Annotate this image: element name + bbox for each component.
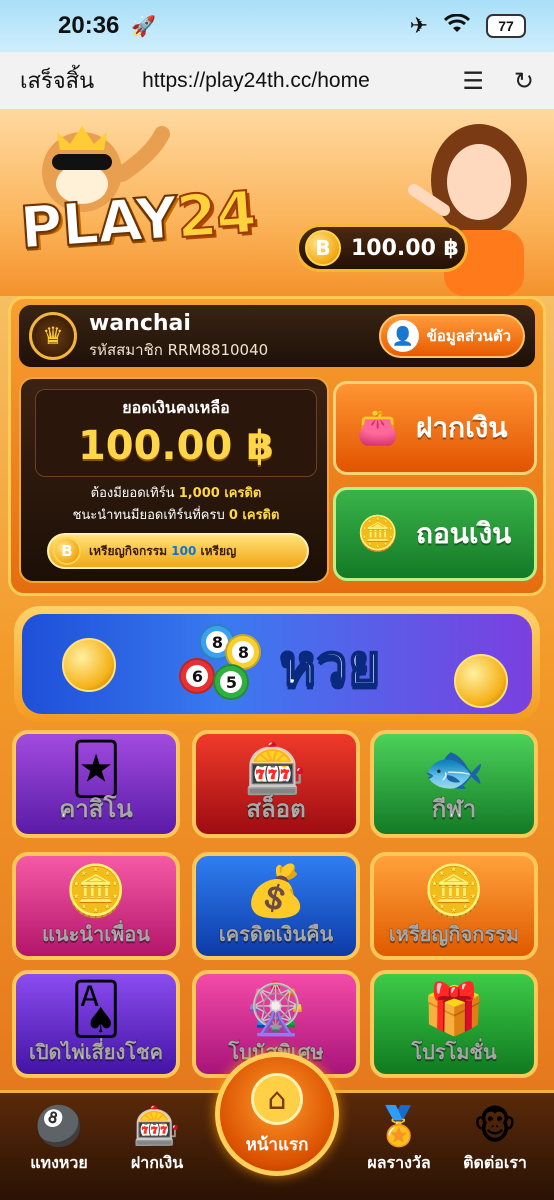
- tile-promotion[interactable]: 🎁 โปรโมชั่น: [370, 970, 538, 1078]
- coin-icon: B: [53, 537, 81, 565]
- member-id: รหัสสมาชิก RRM8810040: [89, 340, 269, 359]
- lotto-banner[interactable]: 8 8 6 5 หวย: [14, 606, 540, 722]
- user-row: ♛ wanchai รหัสสมาชิก RRM8810040 👤 ข้อมูล…: [19, 305, 535, 367]
- rocket-icon: 🚀: [131, 14, 157, 38]
- coin-icon: 🪙: [422, 862, 486, 920]
- nav-rewards[interactable]: 🏅 ผลรางวัล: [354, 1103, 444, 1176]
- wallet-card: ยอดเงินคงเหลือ 100.00 ฿ ต้องมียอดเทิร์น …: [19, 377, 329, 583]
- gift-icon: 🎁: [422, 980, 486, 1038]
- browser-url-bar: เสร็จสิ้น https://play24th.cc/home ☰ ↻: [0, 52, 554, 110]
- nav-home[interactable]: ⌂ หน้าแรก: [215, 1052, 339, 1176]
- tile-refer-friend[interactable]: 🪙 แนะนำเพื่อน: [12, 852, 180, 960]
- home-icon: ⌂: [251, 1073, 303, 1125]
- tile-cashback[interactable]: 💰 เครดิตเงินคืน: [192, 852, 360, 960]
- tile-slot[interactable]: 🎰 สล็อต: [192, 730, 360, 838]
- status-bar: 20:36 🚀 ✈ 77: [0, 0, 554, 52]
- status-icons: ✈ 77: [410, 14, 526, 39]
- done-button[interactable]: เสร็จสิ้น: [20, 63, 94, 98]
- tile-lucky-card[interactable]: 🂡 เปิดไพ่เสี่ยงโชค: [12, 970, 180, 1078]
- chips-coin-icon: 🪙: [356, 514, 400, 554]
- money-bag-icon: 💰: [244, 862, 308, 920]
- cards-icon: 🂡: [70, 980, 122, 1038]
- lotto-title: หวย: [278, 632, 381, 699]
- reader-icon[interactable]: ☰: [462, 67, 484, 95]
- crown-icon: ♛: [29, 312, 77, 360]
- wheel-icon: 🎡: [244, 980, 308, 1038]
- tile-sport[interactable]: 🐟 กีฬา: [370, 730, 538, 838]
- profile-button-label: ข้อมูลส่วนตัว: [426, 327, 511, 345]
- tile-casino[interactable]: 🃏 คาสิโน: [12, 730, 180, 838]
- lottery-balls-icon: 8 8 6 5: [173, 624, 263, 704]
- nav-contact[interactable]: 🐵 ติดต่อเรา: [450, 1103, 540, 1176]
- username: wanchai: [89, 310, 191, 336]
- deposit-button[interactable]: 👛 ฝากเงิน: [333, 381, 537, 475]
- slot-machine-icon: 🎰: [133, 1104, 181, 1148]
- medal-icon: 🏅: [375, 1104, 423, 1148]
- chips-icon: 🪙: [64, 862, 128, 920]
- airplane-icon: ✈: [409, 13, 428, 39]
- profile-button[interactable]: 👤 ข้อมูลส่วนตัว: [378, 314, 525, 358]
- wallet-label: ยอดเงินคงเหลือ: [122, 398, 230, 417]
- tile-activity-coins[interactable]: 🪙 เหรียญกิจกรรม: [370, 852, 538, 960]
- coin-icon: [454, 654, 508, 708]
- monkey-icon: 🐵: [473, 1104, 517, 1148]
- header-balance: B 100.00 ฿: [296, 224, 468, 272]
- url-text[interactable]: https://play24th.cc/home: [142, 69, 370, 93]
- activity-coins-pill[interactable]: B เหรียญกิจกรรม 100 เหรียญ: [47, 533, 309, 569]
- user-icon: 👤: [386, 320, 419, 352]
- lottery-balls-icon: 🎱: [35, 1104, 83, 1148]
- account-panel: ♛ wanchai รหัสสมาชิก RRM8810040 👤 ข้อมูล…: [8, 296, 546, 596]
- wallet-icon: 👛: [356, 408, 400, 448]
- site-header: PLAY24 B 100.00 ฿: [0, 110, 554, 296]
- turnover-info: ต้องมียอดเทิร์น 1,000 เครดิต ชนะนำทนมียอ…: [72, 486, 280, 523]
- header-balance-value: 100.00 ฿: [351, 235, 459, 261]
- wallet-amount: 100.00 ฿: [77, 423, 275, 469]
- withdraw-button[interactable]: 🪙 ถอนเงิน: [333, 487, 537, 581]
- battery-indicator: 77: [486, 14, 526, 38]
- coin-icon: B: [305, 230, 341, 266]
- coin-icon: [62, 638, 116, 692]
- nav-lotto[interactable]: 🎱 แทงหวย: [14, 1103, 104, 1176]
- wifi-icon: [443, 13, 471, 38]
- status-time: 20:36: [58, 12, 120, 39]
- reload-icon[interactable]: ↻: [514, 67, 534, 95]
- nav-deposit[interactable]: 🎰 ฝากเงิน: [112, 1103, 202, 1176]
